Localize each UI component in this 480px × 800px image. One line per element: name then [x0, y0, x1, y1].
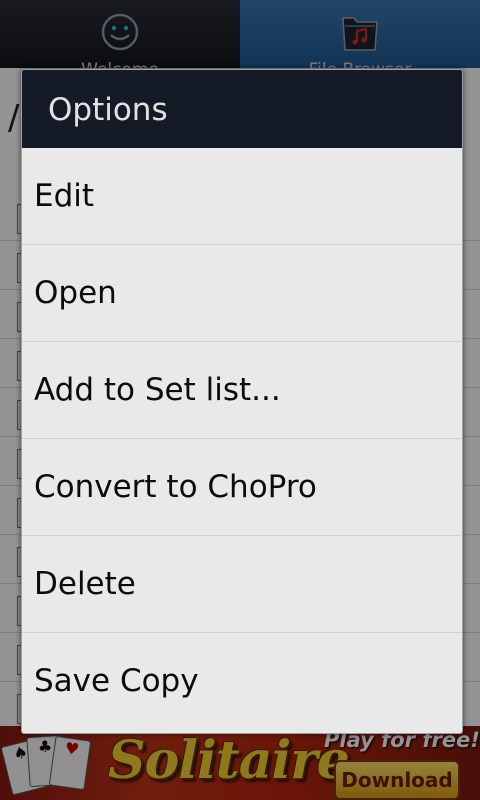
- dialog-title: Options: [48, 92, 168, 128]
- menu-item-save-copy[interactable]: Save Copy: [22, 632, 462, 729]
- menu-item-label: Convert to ChoPro: [34, 469, 317, 505]
- menu-item-open[interactable]: Open: [22, 244, 462, 341]
- menu-item-label: Save Copy: [34, 663, 199, 699]
- menu-item-label: Delete: [34, 566, 136, 602]
- options-dialog: Options Edit Open Add to Set list... Con…: [21, 69, 463, 734]
- menu-item-label: Add to Set list...: [34, 372, 281, 408]
- dialog-header: Options: [22, 70, 462, 148]
- menu-item-add-to-set-list[interactable]: Add to Set list...: [22, 341, 462, 438]
- menu-item-edit[interactable]: Edit: [22, 148, 462, 244]
- options-menu: Edit Open Add to Set list... Convert to …: [22, 148, 462, 729]
- menu-item-delete[interactable]: Delete: [22, 535, 462, 632]
- menu-item-label: Edit: [34, 178, 95, 214]
- menu-item-convert-to-chopro[interactable]: Convert to ChoPro: [22, 438, 462, 535]
- menu-item-label: Open: [34, 275, 117, 311]
